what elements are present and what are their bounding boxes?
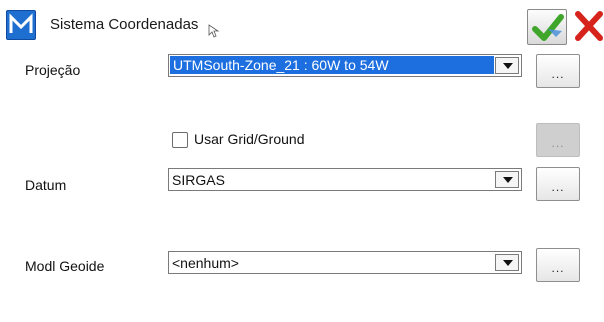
dropdown-arrow-icon [503, 63, 513, 69]
geoide-value: <nenhum> [172, 255, 239, 271]
ok-button[interactable] [527, 9, 567, 45]
grid-ground-label: Usar Grid/Ground [194, 131, 305, 147]
close-button[interactable] [574, 10, 604, 42]
window-title: Sistema Coordenadas [50, 16, 199, 33]
projecao-dropdown-button[interactable] [495, 57, 519, 74]
geoide-label: Modl Geoide [25, 258, 105, 274]
projecao-ellipsis-button[interactable]: ... [536, 54, 580, 88]
projecao-label: Projeção [25, 62, 81, 78]
projecao-select[interactable]: UTMSouth-Zone_21 : 60W to 54W [168, 54, 522, 77]
check-icon [532, 14, 564, 41]
dropdown-arrow-icon [503, 177, 513, 183]
datum-ellipsis-button[interactable]: ... [536, 167, 580, 201]
geoide-ellipsis-button[interactable]: ... [536, 248, 580, 282]
dropdown-arrow-icon [503, 260, 513, 266]
geoide-dropdown-button[interactable] [495, 254, 519, 271]
datum-dropdown-button[interactable] [495, 171, 519, 188]
app-logo-icon [6, 10, 36, 40]
datum-label: Datum [25, 177, 67, 193]
geoide-select[interactable]: <nenhum> [168, 251, 522, 274]
datum-select[interactable]: SIRGAS [168, 168, 522, 191]
mouse-cursor-icon [208, 24, 220, 38]
grid-ground-checkbox[interactable] [172, 132, 188, 148]
projecao-value: UTMSouth-Zone_21 : 60W to 54W [170, 56, 494, 74]
grid-ground-ellipsis-button: ... [536, 123, 580, 157]
title-bar: Sistema Coordenadas [0, 0, 604, 46]
datum-value: SIRGAS [172, 172, 225, 188]
